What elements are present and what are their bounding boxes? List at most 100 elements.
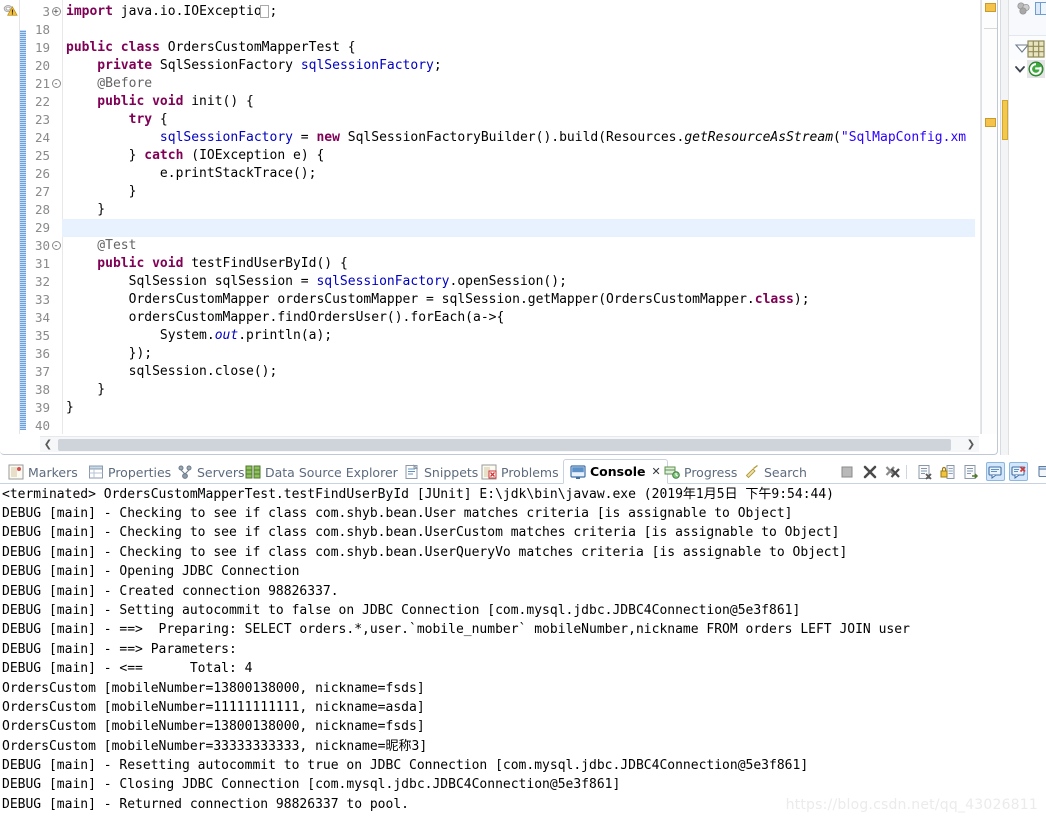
clear-console-button[interactable] bbox=[915, 462, 934, 481]
console-line: DEBUG [main] - <== Total: 4 bbox=[2, 661, 253, 677]
code-line[interactable]: e.printStackTrace(); bbox=[66, 165, 997, 183]
code-line[interactable]: } bbox=[66, 381, 997, 399]
tab-properties[interactable]: Properties bbox=[88, 460, 171, 484]
editor-fold-column[interactable]: + - - bbox=[50, 0, 62, 435]
fold-toggle[interactable]: - bbox=[50, 75, 62, 93]
line-number: 39 bbox=[34, 400, 50, 415]
code-line[interactable]: private SqlSessionFactory sqlSessionFact… bbox=[66, 57, 997, 75]
code-line[interactable]: try { bbox=[66, 111, 997, 129]
tab-label: Markers bbox=[28, 464, 78, 480]
line-number: 18 bbox=[34, 22, 50, 37]
tab-label: Snippets bbox=[424, 464, 479, 480]
code-line[interactable] bbox=[66, 219, 997, 237]
restore-window-icon[interactable] bbox=[1035, 2, 1046, 15]
scroll-lock-button[interactable] bbox=[938, 462, 957, 481]
console-view[interactable]: <terminated> OrdersCustomMapperTest.test… bbox=[0, 485, 1046, 825]
chevron-down-small-icon[interactable] bbox=[1013, 62, 1027, 76]
editor-horizontal-scrollbar[interactable]: ❮ ❯ bbox=[40, 436, 979, 452]
tab-servers[interactable]: Servers bbox=[177, 460, 245, 484]
console-output-icon bbox=[987, 465, 1002, 479]
code-line[interactable]: @Test bbox=[66, 237, 997, 255]
right-panel-scroll-track[interactable] bbox=[1001, 0, 1009, 455]
show-console-on-output-button[interactable] bbox=[986, 462, 1005, 481]
code-token: OrdersCustomMapperTest { bbox=[167, 40, 356, 55]
tab-label: Data Source Explorer bbox=[265, 464, 398, 480]
code-line[interactable]: @Before bbox=[66, 75, 997, 93]
servers-cluster-icon[interactable] bbox=[1015, 2, 1033, 18]
code-line[interactable]: import java.io.IOException; bbox=[66, 3, 997, 21]
code-line[interactable] bbox=[66, 21, 997, 39]
fold-toggle[interactable]: + bbox=[50, 3, 62, 21]
grid-table-icon[interactable] bbox=[1027, 40, 1045, 58]
right-panel-scroll-marker[interactable] bbox=[1002, 100, 1008, 140]
code-line[interactable]: } bbox=[66, 201, 997, 219]
line-number: 23 bbox=[34, 112, 50, 127]
line-number: 36 bbox=[34, 346, 50, 361]
word-wrap-button[interactable] bbox=[961, 462, 980, 481]
code-token: (IOException e) { bbox=[191, 148, 325, 163]
editor-overview-ruler[interactable] bbox=[981, 0, 997, 434]
refresh-green-icon[interactable] bbox=[1027, 60, 1045, 78]
right-side-panel[interactable] bbox=[1000, 0, 1046, 455]
tab-console[interactable]: Console ✕ bbox=[563, 459, 668, 484]
display-selected-console-button[interactable] bbox=[1036, 462, 1046, 481]
editor-line-numbers: 3 18 19 20 21 22 23 24 25 26 27 28 29 30 31 32 33 34 35 36 3… bbox=[22, 0, 50, 435]
scroll-right-arrow-icon[interactable]: ❯ bbox=[963, 437, 979, 453]
line-number: 33 bbox=[34, 292, 50, 307]
code-line[interactable]: public void testFindUserById() { bbox=[66, 255, 997, 273]
code-line[interactable]: }); bbox=[66, 345, 997, 363]
line-number: 26 bbox=[34, 166, 50, 181]
code-line[interactable]: SqlSession sqlSession = sqlSessionFactor… bbox=[66, 273, 997, 291]
console-line: DEBUG [main] - ==> Preparing: SELECT ord… bbox=[2, 622, 910, 638]
overview-warning-marker[interactable] bbox=[985, 118, 996, 127]
data-source-explorer-icon bbox=[245, 465, 261, 479]
code-line[interactable]: } bbox=[66, 183, 997, 201]
code-token: new bbox=[316, 130, 348, 145]
line-number: 28 bbox=[34, 202, 50, 217]
terminate-button[interactable] bbox=[837, 462, 856, 481]
code-line[interactable]: OrdersCustomMapper ordersCustomMapper = … bbox=[66, 291, 997, 309]
fold-toggle[interactable]: - bbox=[50, 237, 62, 255]
code-line[interactable]: ordersCustomMapper.findOrdersUser().forE… bbox=[66, 309, 997, 327]
console-line: DEBUG [main] - Checking to see if class … bbox=[2, 544, 848, 560]
overview-warning-marker[interactable] bbox=[985, 3, 996, 12]
remove-launch-button[interactable] bbox=[860, 462, 879, 481]
tab-search[interactable]: Search bbox=[744, 460, 807, 484]
editor-annotation-gutter[interactable] bbox=[0, 0, 20, 434]
code-token: ( bbox=[833, 130, 841, 145]
code-line[interactable]: public void init() { bbox=[66, 93, 997, 111]
code-token: } bbox=[66, 202, 106, 217]
show-console-on-error-button[interactable] bbox=[1009, 462, 1028, 481]
horizontal-scroll-thumb[interactable] bbox=[58, 439, 951, 451]
code-line[interactable]: System.out.println(a); bbox=[66, 327, 997, 345]
tab-progress[interactable]: Progress bbox=[664, 460, 737, 484]
close-icon[interactable]: ✕ bbox=[651, 465, 660, 478]
line-number: 20 bbox=[34, 58, 50, 73]
tab-data-source-explorer[interactable]: Data Source Explorer bbox=[245, 460, 398, 484]
console-line: OrdersCustom [mobileNumber=13800138000, … bbox=[2, 719, 425, 735]
code-line[interactable]: sqlSessionFactory = new SqlSessionFactor… bbox=[66, 129, 997, 147]
console-line: DEBUG [main] - Resetting autocommit to t… bbox=[2, 758, 809, 774]
code-line[interactable] bbox=[66, 417, 997, 435]
tab-markers[interactable]: Markers bbox=[8, 460, 78, 484]
line-number: 30 bbox=[34, 238, 50, 253]
code-line[interactable]: sqlSession.close(); bbox=[66, 363, 997, 381]
code-line[interactable]: } catch (IOException e) { bbox=[66, 147, 997, 165]
code-line[interactable]: public class OrdersCustomMapperTest { bbox=[66, 39, 997, 57]
editor-code-area[interactable]: import java.io.IOException; public class… bbox=[66, 3, 997, 454]
code-line[interactable]: } bbox=[66, 399, 997, 417]
tab-problems[interactable]: Problems bbox=[481, 460, 559, 484]
java-editor[interactable]: 3 18 19 20 21 22 23 24 25 26 27 28 29 30 31 32 33 34 35 36 3… bbox=[0, 0, 998, 455]
tab-snippets[interactable]: Snippets bbox=[404, 460, 478, 484]
code-token: "SqlMapConfig.xm bbox=[840, 130, 967, 145]
remove-all-terminated-button[interactable] bbox=[883, 462, 902, 481]
scroll-left-arrow-icon[interactable]: ❮ bbox=[40, 437, 56, 453]
